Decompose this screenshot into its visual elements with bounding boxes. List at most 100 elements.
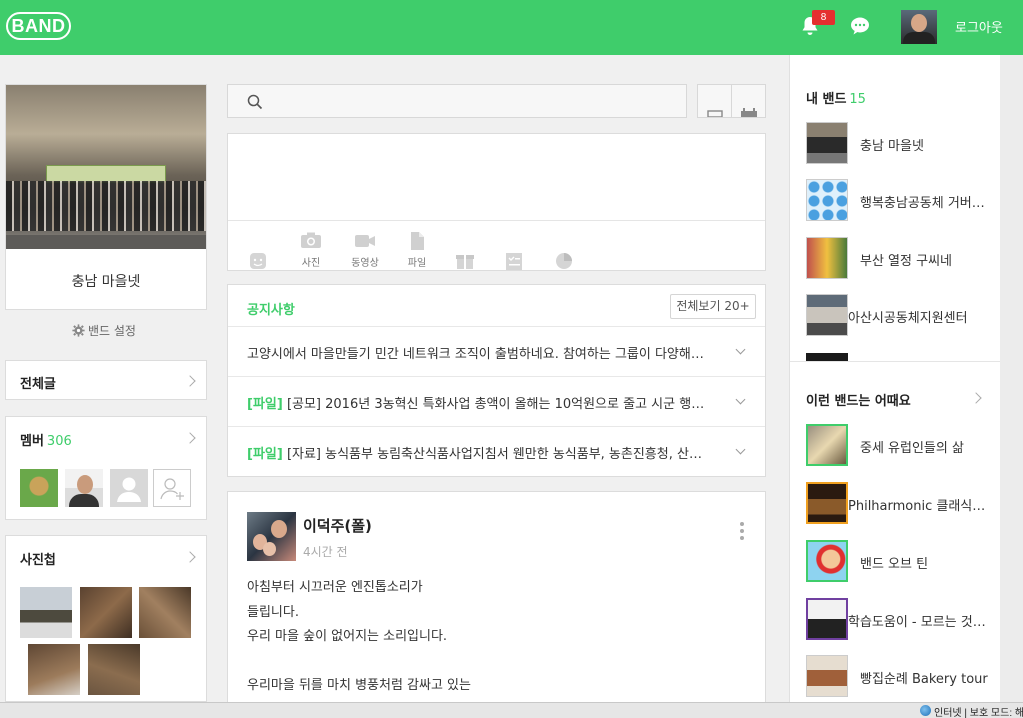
- gallery-view-button[interactable]: [697, 84, 732, 118]
- chevron-down-icon: [735, 394, 746, 405]
- band-name: 아산시공동체지원센터: [848, 311, 968, 326]
- photo-album-label[interactable]: 사진첩: [20, 549, 56, 568]
- post-body-line: 들립니다.: [247, 605, 299, 620]
- band-name: 빵집순례 Bakery tour: [860, 672, 988, 687]
- photo-album-section: 사진첩: [5, 535, 207, 702]
- band-thumbnail: [806, 598, 848, 640]
- members-header[interactable]: 멤버 306: [20, 430, 72, 449]
- search-input[interactable]: [227, 84, 687, 118]
- photo-thumbnail[interactable]: [139, 587, 191, 638]
- suggested-band-item[interactable]: 빵집순례 Bakery tour: [806, 655, 1001, 699]
- band-thumbnail: [806, 179, 848, 221]
- band-logo[interactable]: BAND: [6, 12, 71, 40]
- band-name: 행복충남공동체 거버넌스: [860, 196, 990, 211]
- photo-thumbnail[interactable]: [28, 644, 80, 695]
- composer-tool-file[interactable]: 파일: [397, 230, 437, 269]
- browser-status-bar: 인터넷 | 보호 모드: 해: [0, 702, 1023, 718]
- notice-tag: [파일]: [247, 397, 283, 412]
- members-section: 멤버 306: [5, 416, 207, 520]
- band-settings-label: 밴드 설정: [88, 324, 136, 338]
- suggested-bands-title[interactable]: 이런 밴드는 어때요: [806, 390, 911, 409]
- pie-chart-icon: [556, 253, 572, 269]
- suggested-band-item[interactable]: Philharmonic 클래식 음악: [806, 482, 1001, 526]
- suggested-band-item[interactable]: 학습도움이 - 모르는 것 물어보기: [806, 598, 1001, 642]
- composer-tool-label: 동영상: [351, 258, 379, 269]
- notice-text: [자료] 농식품부 농림축산식품사업지침서 웬만한 농식품부, 농촌진흥청, 산…: [286, 447, 707, 462]
- notice-title: 공지사항: [247, 303, 295, 318]
- band-settings-button[interactable]: 밴드 설정: [72, 322, 136, 339]
- user-avatar[interactable]: [901, 10, 937, 44]
- band-name[interactable]: 충남 마을넷: [6, 271, 206, 291]
- photo-thumbnail[interactable]: [20, 587, 72, 638]
- member-avatar[interactable]: [65, 469, 103, 507]
- person-icon: [117, 477, 141, 502]
- chat-icon[interactable]: [848, 14, 872, 38]
- member-avatar[interactable]: [20, 469, 58, 507]
- my-bands-title: 내 밴드: [806, 92, 847, 107]
- all-posts-menu[interactable]: 전체글: [5, 360, 207, 400]
- band-name: 부산 열정 구씨네: [860, 254, 952, 269]
- status-text: 인터넷 | 보호 모드: 해: [934, 708, 1023, 718]
- band-profile-card: 충남 마을넷: [5, 84, 207, 310]
- band-thumbnail: [806, 482, 848, 524]
- my-band-item[interactable]: 부산 열정 구씨네: [806, 237, 1001, 281]
- calendar-icon: [741, 108, 757, 117]
- notice-item[interactable]: 고양시에서 마을만들기 민간 네트워크 조직이 출범하네요. 참여하는 그룹이 …: [228, 326, 765, 376]
- member-avatar-placeholder[interactable]: [110, 469, 148, 507]
- notice-text: [공모] 2016년 3농혁신 특화사업 총액이 올해는 10억원으로 줄고 시…: [286, 397, 707, 412]
- chevron-down-icon: [735, 444, 746, 455]
- my-band-item[interactable]: 아산시공동체지원센터: [806, 294, 1001, 338]
- band-name: Philharmonic 클래식 음악: [848, 499, 988, 514]
- all-posts-label: 전체글: [20, 377, 56, 392]
- photo-thumbnail[interactable]: [88, 644, 140, 695]
- band-thumbnail: [806, 540, 848, 582]
- more-options-icon[interactable]: [740, 522, 744, 540]
- band-thumbnail: [806, 122, 848, 164]
- search-icon: [247, 94, 263, 110]
- suggested-band-item[interactable]: 밴드 오브 틴: [806, 540, 1001, 584]
- notice-item[interactable]: [파일] [자료] 농식품부 농림축산식품사업지침서 웬만한 농식품부, 농촌진…: [228, 426, 765, 476]
- video-icon: [355, 235, 375, 247]
- composer-tool-label: 파일: [407, 258, 427, 269]
- band-cover-photo[interactable]: [6, 85, 206, 249]
- page-scrollbar[interactable]: [1000, 55, 1023, 718]
- composer-divider: [228, 220, 765, 221]
- chevron-down-icon: [735, 344, 746, 355]
- band-thumbnail: [806, 237, 848, 279]
- sidebar-divider: [790, 361, 1000, 362]
- post-body-line: 아침부터 시끄러운 엔진톱소리가: [247, 580, 423, 595]
- composer-tool-label: 사진: [301, 258, 321, 269]
- composer-tool-video[interactable]: 동영상: [345, 230, 385, 269]
- logout-link[interactable]: 로그아웃: [955, 17, 1003, 36]
- band-name: 밴드 오브 틴: [860, 557, 929, 572]
- notice-item[interactable]: [파일] [공모] 2016년 3농혁신 특화사업 총액이 올해는 10억원으로…: [228, 376, 765, 426]
- post-author[interactable]: 이덕주(폴): [303, 515, 372, 536]
- file-icon: [411, 232, 424, 250]
- invite-member-button[interactable]: [153, 469, 191, 507]
- band-thumbnail: [806, 424, 848, 466]
- calendar-button[interactable]: [731, 84, 766, 118]
- members-label: 멤버: [20, 434, 44, 449]
- chevron-right-icon: [184, 551, 196, 563]
- band-thumbnail: [806, 294, 848, 336]
- checklist-icon: [506, 253, 522, 270]
- suggested-band-item[interactable]: 중세 유럽인들의 삶: [806, 424, 1001, 468]
- my-band-item[interactable]: 행복충남공동체 거버넌스: [806, 179, 1001, 223]
- see-all-button[interactable]: 전체보기 20+: [670, 294, 756, 319]
- right-sidebar: 내 밴드 15 충남 마을넷 행복충남공동체 거버넌스 부산 열정 구씨네 아산시…: [789, 55, 1000, 718]
- composer-tool-checklist[interactable]: [494, 250, 534, 274]
- image-icon: [707, 110, 723, 118]
- band-thumbnail: [806, 655, 848, 697]
- composer-tool-sticker[interactable]: [238, 250, 278, 274]
- my-band-item[interactable]: 충남 마을넷: [806, 122, 1001, 166]
- camera-icon: [301, 232, 321, 248]
- post-body-line: 우리 마을 숲이 없어지는 소리입니다.: [247, 629, 448, 644]
- photo-thumbnail[interactable]: [80, 587, 132, 638]
- composer-tool-gift[interactable]: [445, 250, 485, 274]
- composer-tool-camera[interactable]: 사진: [291, 230, 331, 269]
- band-name: 학습도움이 - 모르는 것 물어보기: [848, 615, 988, 630]
- author-avatar[interactable]: [247, 512, 296, 561]
- my-bands-header: 내 밴드 15: [806, 88, 866, 107]
- composer-tool-pie-chart[interactable]: [544, 250, 584, 274]
- chevron-right-icon[interactable]: [970, 392, 982, 404]
